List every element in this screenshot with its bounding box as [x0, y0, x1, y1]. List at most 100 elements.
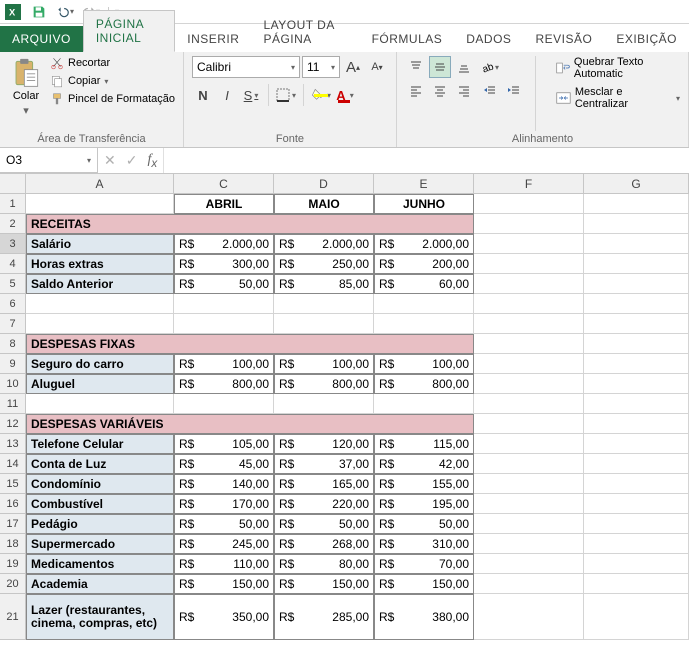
cell-F8[interactable]: [474, 334, 584, 354]
cell-D7[interactable]: [274, 314, 374, 334]
merge-center-button[interactable]: Mesclar e Centralizar▾: [556, 86, 680, 110]
cell-E14[interactable]: R$42,00: [374, 454, 474, 474]
cell-G15[interactable]: [584, 474, 689, 494]
cell-E11[interactable]: [374, 394, 474, 414]
decrease-indent-icon[interactable]: [479, 80, 501, 102]
row-header-13[interactable]: 13: [0, 434, 26, 454]
row-header-21[interactable]: 21: [0, 594, 26, 640]
cell-F6[interactable]: [474, 294, 584, 314]
italic-button[interactable]: I: [216, 84, 238, 106]
cell-G18[interactable]: [584, 534, 689, 554]
wrap-text-button[interactable]: Quebrar Texto Automatic: [556, 56, 680, 80]
enter-formula-icon[interactable]: ✓: [126, 152, 138, 169]
cell-D6[interactable]: [274, 294, 374, 314]
column-header-A[interactable]: A: [26, 174, 174, 193]
cell-G17[interactable]: [584, 514, 689, 534]
row-header-1[interactable]: 1: [0, 194, 26, 214]
cell-F14[interactable]: [474, 454, 584, 474]
cell-E7[interactable]: [374, 314, 474, 334]
cell-D17[interactable]: R$50,00: [274, 514, 374, 534]
cell-C9[interactable]: R$100,00: [174, 354, 274, 374]
cell-C10[interactable]: R$800,00: [174, 374, 274, 394]
undo-icon[interactable]: ▾: [56, 3, 74, 21]
font-name-select[interactable]: Calibri▾: [192, 56, 300, 78]
cell-G16[interactable]: [584, 494, 689, 514]
cell-C3[interactable]: R$2.000,00: [174, 234, 274, 254]
row-header-3[interactable]: 3: [0, 234, 26, 254]
decrease-font-icon[interactable]: A▾: [366, 56, 388, 78]
cell-C18[interactable]: R$245,00: [174, 534, 274, 554]
cell-G4[interactable]: [584, 254, 689, 274]
fill-color-button[interactable]: ▾: [310, 84, 332, 106]
row-header-2[interactable]: 2: [0, 214, 26, 234]
cell-E18[interactable]: R$310,00: [374, 534, 474, 554]
label-13[interactable]: Telefone Celular: [26, 434, 174, 454]
label-18[interactable]: Supermercado: [26, 534, 174, 554]
cell-F20[interactable]: [474, 574, 584, 594]
fx-icon[interactable]: fx: [147, 152, 157, 170]
row-header-9[interactable]: 9: [0, 354, 26, 374]
cell-F4[interactable]: [474, 254, 584, 274]
paste-button[interactable]: Colar ▾: [8, 56, 44, 119]
cell-C19[interactable]: R$110,00: [174, 554, 274, 574]
cell-G9[interactable]: [584, 354, 689, 374]
cell-G11[interactable]: [584, 394, 689, 414]
cell-C5[interactable]: R$50,00: [174, 274, 274, 294]
cell-D5[interactable]: R$85,00: [274, 274, 374, 294]
cell-C21[interactable]: R$350,00: [174, 594, 274, 640]
cell-E17[interactable]: R$50,00: [374, 514, 474, 534]
label-9[interactable]: Seguro do carro: [26, 354, 174, 374]
cell-E20[interactable]: R$150,00: [374, 574, 474, 594]
cell-C17[interactable]: R$50,00: [174, 514, 274, 534]
row-header-12[interactable]: 12: [0, 414, 26, 434]
bold-button[interactable]: N: [192, 84, 214, 106]
cell-F11[interactable]: [474, 394, 584, 414]
label-19[interactable]: Medicamentos: [26, 554, 174, 574]
cell-G13[interactable]: [584, 434, 689, 454]
cell-D18[interactable]: R$268,00: [274, 534, 374, 554]
row-header-15[interactable]: 15: [0, 474, 26, 494]
cell-F12[interactable]: [474, 414, 584, 434]
orientation-button[interactable]: ab▾: [479, 56, 501, 78]
cell-G21[interactable]: [584, 594, 689, 640]
increase-indent-icon[interactable]: [503, 80, 525, 102]
label-17[interactable]: Pedágio: [26, 514, 174, 534]
tab-layout[interactable]: LAYOUT DA PÁGINA: [251, 12, 359, 52]
cell-A1[interactable]: [26, 194, 174, 214]
cell-F10[interactable]: [474, 374, 584, 394]
cell-A11[interactable]: [26, 394, 174, 414]
tab-insert[interactable]: INSERIR: [175, 26, 251, 52]
row-header-6[interactable]: 6: [0, 294, 26, 314]
tab-review[interactable]: REVISÃO: [523, 26, 604, 52]
row-header-17[interactable]: 17: [0, 514, 26, 534]
cell-C6[interactable]: [174, 294, 274, 314]
row-header-18[interactable]: 18: [0, 534, 26, 554]
label-20[interactable]: Academia: [26, 574, 174, 594]
row-header-19[interactable]: 19: [0, 554, 26, 574]
cell-G1[interactable]: [584, 194, 689, 214]
font-size-select[interactable]: 11▾: [302, 56, 340, 78]
cell-A6[interactable]: [26, 294, 174, 314]
cell-E15[interactable]: R$155,00: [374, 474, 474, 494]
font-color-button[interactable]: A▾: [334, 84, 356, 106]
cell-E3[interactable]: R$2.000,00: [374, 234, 474, 254]
section-12[interactable]: DESPESAS VARIÁVEIS: [26, 414, 474, 434]
cell-G19[interactable]: [584, 554, 689, 574]
cell-C1[interactable]: ABRIL: [174, 194, 274, 214]
label-4[interactable]: Horas extras: [26, 254, 174, 274]
cell-G6[interactable]: [584, 294, 689, 314]
save-icon[interactable]: [30, 3, 48, 21]
cell-E16[interactable]: R$195,00: [374, 494, 474, 514]
label-5[interactable]: Saldo Anterior: [26, 274, 174, 294]
align-bottom-icon[interactable]: [453, 56, 475, 78]
cell-F15[interactable]: [474, 474, 584, 494]
cell-C16[interactable]: R$170,00: [174, 494, 274, 514]
cell-E1[interactable]: JUNHO: [374, 194, 474, 214]
cell-F13[interactable]: [474, 434, 584, 454]
cell-E10[interactable]: R$800,00: [374, 374, 474, 394]
cell-F1[interactable]: [474, 194, 584, 214]
cell-F7[interactable]: [474, 314, 584, 334]
cell-F21[interactable]: [474, 594, 584, 640]
cell-F17[interactable]: [474, 514, 584, 534]
cut-button[interactable]: Recortar: [50, 56, 175, 70]
